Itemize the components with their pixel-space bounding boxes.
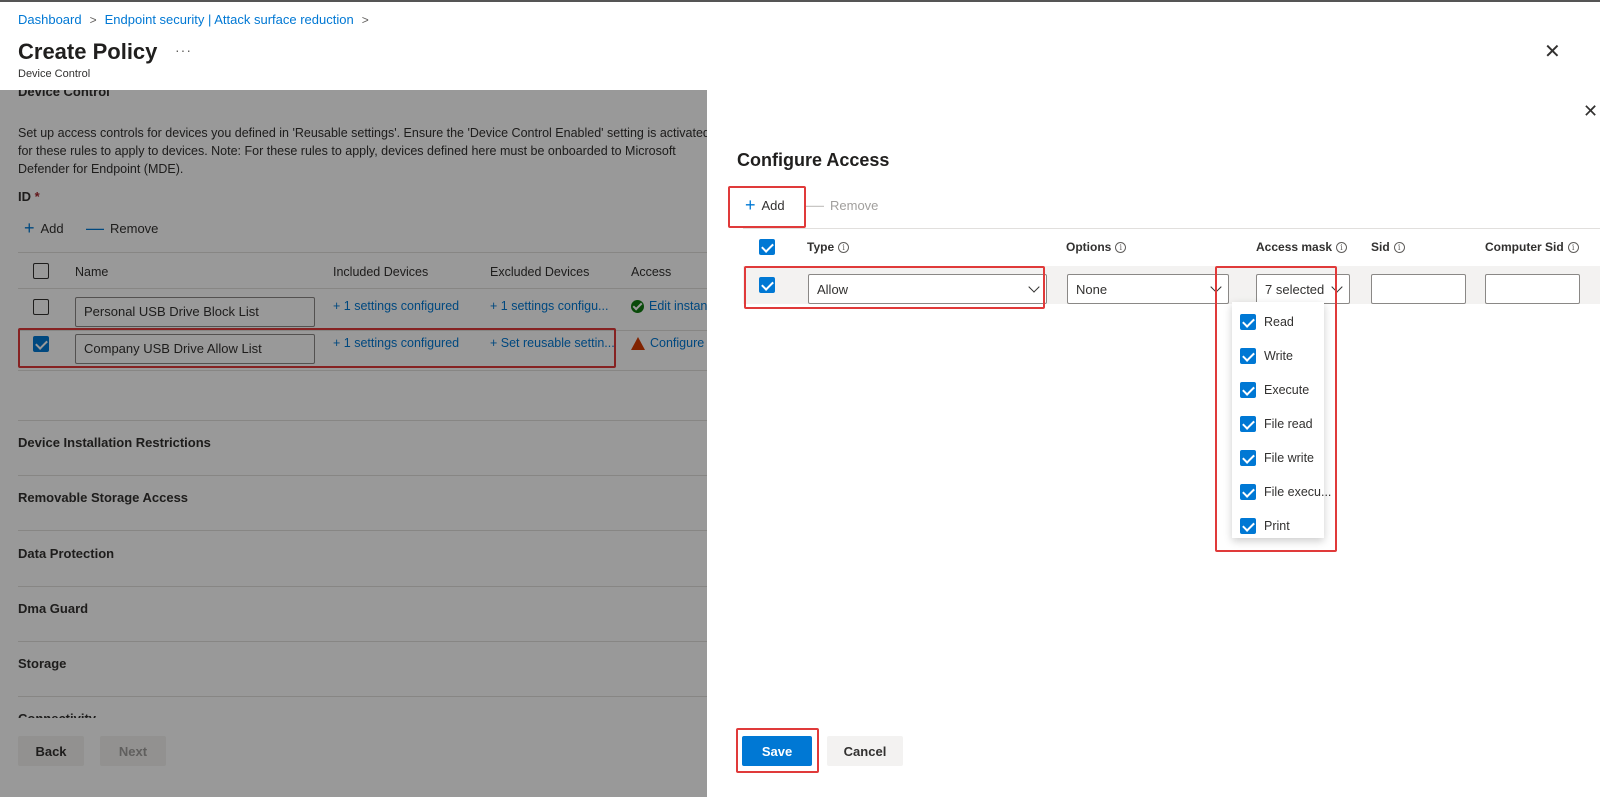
info-icon[interactable]: i (1393, 241, 1405, 253)
options-dropdown-value: None (1076, 281, 1108, 297)
remove-access-button[interactable]: — Remove (806, 196, 878, 214)
chevron-right-icon: > (361, 12, 369, 27)
column-header-sid: Sid i (1371, 240, 1405, 254)
access-mask-menu: Read Write Execute File read File write … (1232, 302, 1331, 538)
type-dropdown[interactable]: Allow (808, 274, 1047, 304)
column-header-sid-label: Sid (1371, 240, 1390, 254)
add-access-button[interactable]: + Add (745, 196, 785, 214)
add-label: Add (761, 197, 785, 213)
chevron-right-icon: > (89, 12, 97, 27)
breadcrumb-endpoint-security[interactable]: Endpoint security | Attack surface reduc… (105, 12, 354, 27)
minus-icon: — (806, 195, 824, 215)
divider (743, 228, 1600, 229)
cancel-button[interactable]: Cancel (827, 736, 903, 766)
access-mask-option-file-read[interactable]: File read (1240, 416, 1313, 432)
options-dropdown[interactable]: None (1067, 274, 1229, 304)
sid-input[interactable] (1371, 274, 1466, 304)
access-mask-option-file-execute[interactable]: File execu... (1240, 484, 1331, 500)
access-mask-dropdown[interactable]: 7 selected (1256, 274, 1350, 304)
column-header-options-label: Options (1066, 240, 1112, 254)
chevron-down-icon (1210, 281, 1222, 293)
option-checkbox[interactable] (1240, 416, 1256, 432)
configure-access-panel: ✕ Configure Access + Add — Remove Type i … (707, 90, 1600, 797)
option-checkbox[interactable] (1240, 484, 1256, 500)
option-label: Write (1264, 349, 1293, 363)
page-header: Dashboard > Endpoint security | Attack s… (0, 2, 1600, 90)
chevron-down-icon (1331, 281, 1343, 293)
access-mask-option-print[interactable]: Print (1240, 518, 1290, 534)
page-title: Create Policy (18, 39, 158, 64)
close-panel-icon[interactable]: ✕ (1583, 102, 1598, 120)
more-options-icon[interactable]: ··· (175, 42, 192, 58)
modal-overlay[interactable] (0, 90, 707, 797)
option-label: File execu... (1264, 485, 1332, 499)
option-label: Print (1264, 519, 1290, 533)
option-label: Read (1264, 315, 1294, 329)
access-mask-option-write[interactable]: Write (1240, 348, 1293, 364)
close-icon[interactable]: ✕ (1544, 42, 1561, 62)
option-label: Execute (1264, 383, 1310, 397)
chevron-down-icon (1028, 281, 1040, 293)
column-header-type: Type i (807, 240, 850, 254)
info-icon[interactable]: i (1336, 241, 1348, 253)
plus-icon: + (745, 195, 756, 215)
select-all-access-checkbox[interactable] (759, 239, 775, 255)
column-header-computer-sid: Computer Sid i (1485, 240, 1579, 254)
access-mask-option-read[interactable]: Read (1240, 314, 1294, 330)
breadcrumb: Dashboard > Endpoint security | Attack s… (18, 12, 369, 27)
option-label: File write (1264, 451, 1315, 465)
panel-title: Configure Access (737, 150, 890, 170)
info-icon[interactable]: i (838, 241, 850, 253)
type-dropdown-value: Allow (817, 281, 849, 297)
computer-sid-input[interactable] (1485, 274, 1580, 304)
column-header-type-label: Type (807, 240, 835, 254)
save-button[interactable]: Save (742, 736, 812, 766)
info-icon[interactable]: i (1115, 241, 1127, 253)
page-subtitle: Device Control (18, 68, 91, 80)
access-row-checkbox[interactable] (759, 277, 775, 293)
column-header-access-mask-label: Access mask (1256, 240, 1333, 254)
breadcrumb-dashboard[interactable]: Dashboard (18, 12, 82, 27)
access-mask-option-file-write[interactable]: File write (1240, 450, 1314, 466)
option-checkbox[interactable] (1240, 450, 1256, 466)
option-checkbox[interactable] (1240, 518, 1256, 534)
info-icon[interactable]: i (1567, 241, 1579, 253)
access-mask-dropdown-value: 7 selected (1265, 281, 1325, 297)
option-checkbox[interactable] (1240, 348, 1256, 364)
access-mask-option-execute[interactable]: Execute (1240, 382, 1309, 398)
column-header-access-mask: Access mask i (1256, 240, 1348, 254)
option-checkbox[interactable] (1240, 382, 1256, 398)
column-header-options: Options i (1066, 240, 1127, 254)
remove-label: Remove (830, 197, 879, 213)
option-checkbox[interactable] (1240, 314, 1256, 330)
option-label: File read (1264, 417, 1313, 431)
column-header-computer-sid-label: Computer Sid (1485, 240, 1564, 254)
